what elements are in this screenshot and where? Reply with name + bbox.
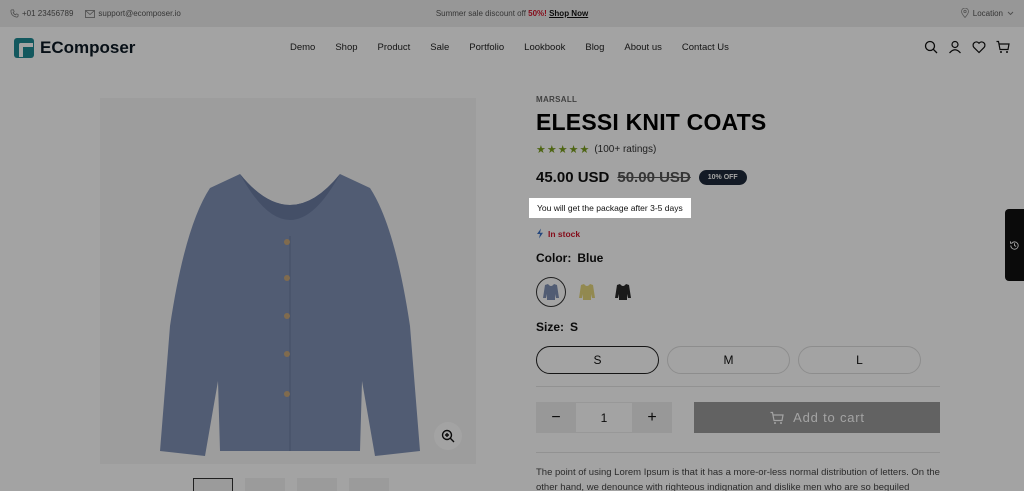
nav-lookbook[interactable]: Lookbook	[524, 42, 565, 53]
product-vendor[interactable]: MARSALL	[536, 95, 577, 104]
announcement-bar: +01 23456789 support@ecomposer.io Summer…	[0, 0, 1024, 27]
quantity-input[interactable]: 1	[576, 402, 632, 433]
divider	[536, 386, 940, 387]
account-icon[interactable]	[948, 40, 962, 54]
thumbnail-strip	[193, 478, 389, 491]
product-main-image[interactable]	[100, 98, 476, 464]
star-rating-icon: ★★★★★	[536, 144, 591, 156]
logo-icon	[14, 38, 34, 58]
compare-price: 50.00 USD	[617, 169, 691, 186]
thumbnail[interactable]	[349, 478, 389, 491]
nav-demo[interactable]: Demo	[290, 42, 315, 53]
history-icon	[1009, 240, 1019, 250]
quantity-decrease-button[interactable]: −	[536, 402, 576, 433]
stock-text: In stock	[548, 228, 581, 239]
header-actions	[924, 40, 1010, 54]
size-option-l[interactable]: L	[798, 346, 921, 374]
promo-message: Summer sale discount off 50%! Shop Now	[0, 9, 1024, 18]
site-logo[interactable]: EComposer	[14, 38, 135, 58]
selected-size: S	[570, 320, 579, 334]
color-swatches	[536, 277, 638, 307]
size-options: S M L	[536, 346, 921, 374]
sweater-thumbnail-icon	[615, 284, 631, 300]
nav-blog[interactable]: Blog	[585, 42, 604, 53]
main-navigation: Demo Shop Product Sale Portfolio Lookboo…	[290, 42, 729, 53]
color-label-text: Color:	[536, 251, 572, 265]
lightning-icon	[537, 228, 543, 239]
size-label-text: Size:	[536, 320, 565, 334]
site-header: EComposer Demo Shop Product Sale Portfol…	[0, 27, 1024, 71]
swatch-black[interactable]	[608, 277, 638, 307]
discount-badge: 10% OFF	[698, 170, 747, 185]
cart-icon	[770, 411, 784, 424]
thumbnail[interactable]	[193, 478, 233, 491]
selected-color: Blue	[577, 251, 604, 265]
sweater-thumbnail-icon	[543, 284, 559, 300]
promo-text: Summer sale discount off	[435, 9, 529, 18]
swatch-yellow[interactable]	[572, 277, 602, 307]
chevron-down-icon	[1007, 11, 1014, 15]
zoom-in-icon	[441, 429, 455, 443]
divider	[536, 452, 940, 453]
product-photo	[160, 174, 420, 456]
zoom-button[interactable]	[434, 422, 462, 450]
recently-viewed-tab[interactable]	[1005, 209, 1024, 281]
nav-contact-us[interactable]: Contact Us	[682, 42, 729, 53]
sale-price: 45.00 USD	[536, 169, 610, 186]
add-to-cart-button[interactable]: Add to cart	[694, 402, 940, 433]
price-row: 45.00 USD 50.00 USD 10% OFF	[536, 169, 747, 186]
nav-about-us[interactable]: About us	[624, 42, 662, 53]
thumbnail[interactable]	[245, 478, 285, 491]
swatch-blue[interactable]	[536, 277, 566, 307]
ratings-count: (100+ ratings)	[594, 144, 657, 155]
logo-text: EComposer	[40, 38, 136, 57]
wishlist-icon[interactable]	[972, 40, 986, 54]
product-rating[interactable]: ★★★★★ (100+ ratings)	[536, 143, 656, 156]
location-selector[interactable]: Location	[960, 8, 1014, 18]
search-icon[interactable]	[924, 40, 938, 54]
location-label: Location	[972, 8, 1003, 18]
color-option-label: Color: Blue	[536, 251, 603, 265]
nav-portfolio[interactable]: Portfolio	[469, 42, 504, 53]
shop-now-link[interactable]: Shop Now	[549, 9, 588, 18]
stock-status: In stock	[536, 228, 580, 239]
nav-product[interactable]: Product	[378, 42, 411, 53]
add-to-cart-label: Add to cart	[793, 410, 865, 425]
location-pin-icon	[960, 8, 969, 18]
product-title: ELESSI KNIT COATS	[536, 109, 767, 135]
promo-percent: 50%!	[528, 9, 547, 18]
size-option-s[interactable]: S	[536, 346, 659, 374]
size-option-label: Size: S	[536, 320, 578, 334]
product-description: The point of using Lorem Ipsum is that i…	[536, 467, 940, 491]
sweater-thumbnail-icon	[579, 284, 595, 300]
quantity-increase-button[interactable]: +	[632, 402, 672, 433]
nav-sale[interactable]: Sale	[430, 42, 449, 53]
thumbnail[interactable]	[297, 478, 337, 491]
size-option-m[interactable]: M	[667, 346, 790, 374]
delivery-tooltip: You will get the package after 3-5 days	[529, 198, 691, 218]
cart-icon[interactable]	[996, 40, 1010, 54]
nav-shop[interactable]: Shop	[335, 42, 357, 53]
quantity-stepper: − 1 +	[536, 402, 672, 433]
